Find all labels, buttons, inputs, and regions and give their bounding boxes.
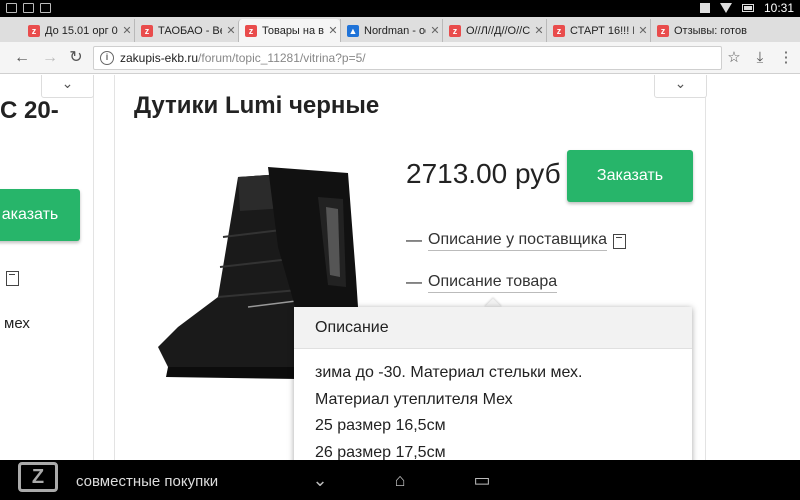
site-favicon-icon: z [657,24,669,37]
tab-active[interactable]: z Товары на вит ✕ [238,19,340,42]
page-content: ⌄ С 20- аказать мех ⌄ Дутики Lumi черные… [0,75,800,460]
bottom-bar: Z совместные покупки ⌄ ⌂ ▭ [0,460,800,500]
tab[interactable]: z Отзывы: готов [650,19,800,42]
clock: 10:31 [763,1,794,15]
close-icon[interactable]: ✕ [120,24,134,37]
info-icon[interactable]: i [100,51,114,65]
close-icon[interactable]: ✕ [326,24,340,37]
address-bar[interactable]: i zakupis-ekb.ru/forum/topic_11281/vitri… [93,46,722,70]
notification-icon [6,3,17,13]
dash: — [406,232,422,249]
popup-line: зима до -30. Материал стельки мех. [315,364,583,381]
site-favicon-icon: z [245,24,257,37]
toolbar: ← → ↻ i zakupis-ekb.ru/forum/topic_11281… [0,42,800,74]
product-title-partial: С 20- [0,97,59,124]
url-host: zakupis-ekb.ru [120,51,199,65]
site-favicon-icon: z [141,24,153,37]
status-right: 10:31 [699,1,794,15]
site-favicon-icon: z [449,24,461,37]
tab[interactable]: ▲ Nordman - офи ✕ [340,19,442,42]
order-button[interactable]: Заказать [567,150,693,202]
tab-label: Nordman - офи [364,24,426,37]
nordman-favicon-icon: ▲ [347,24,359,37]
wifi-icon [719,3,732,13]
book-icon[interactable] [6,271,19,286]
close-icon[interactable]: ✕ [636,24,650,37]
browser-window: 10:31 z До 15.01 орг 0% ✕ z ТАОБАО - Bes… [0,0,800,500]
tab-label: СТАРТ 16!!! НОВ [570,24,634,37]
tab-label: О//Л//Д//О//С. I [466,24,530,37]
reload-icon[interactable]: ↻ [66,48,86,68]
back-icon[interactable]: ⌄ [306,470,334,490]
product-price: 2713.00 руб [406,158,561,189]
status-bar: 10:31 [0,0,800,17]
notification-icon [23,3,34,13]
site-favicon-icon: z [553,24,565,37]
notification-icon [40,3,51,13]
close-icon[interactable]: ✕ [224,24,238,37]
chevron-down-icon[interactable]: ⌄ [41,75,94,98]
site-logo[interactable]: Z [18,462,58,492]
book-icon[interactable] [612,233,626,249]
tab-label: Товары на вит [262,24,324,37]
download-icon[interactable]: ⤓ [750,48,770,68]
popup-line: 25 размер 16,5см [315,417,446,434]
site-caption: совместные покупки [76,473,219,490]
tab-label: До 15.01 орг 0% [45,24,118,37]
tab[interactable]: z До 15.01 орг 0% ✕ [22,19,134,42]
chevron-down-icon[interactable]: ⌄ [654,75,707,98]
battery-icon [741,4,754,12]
home-icon[interactable]: ⌂ [386,470,414,490]
tab[interactable]: z ТАОБАО - Best ✕ [134,19,238,42]
tab-strip: z До 15.01 орг 0% ✕ z ТАОБАО - Best ✕ z … [0,17,800,42]
notification-icons [6,3,51,13]
popup-body: зима до -30. Материал стельки мех. Матер… [294,349,692,460]
tab[interactable]: z СТАРТ 16!!! НОВ ✕ [546,19,650,42]
supplier-description-row: — Описание у поставщика [406,231,626,251]
tab[interactable]: z О//Л//Д//О//С. I ✕ [442,19,546,42]
product-description-link[interactable]: Описание товара [428,273,558,293]
more-vert-icon[interactable]: ⋮ [776,48,796,68]
recents-icon[interactable]: ▭ [468,470,496,490]
popup-title: Описание [294,307,692,349]
description-partial: мех [4,315,30,332]
supplier-description-link[interactable]: Описание у поставщика [428,231,607,251]
popup-line: Материал утеплителя Мех [315,390,513,408]
back-arrow-icon[interactable]: ← [12,48,32,68]
close-icon[interactable]: ✕ [428,24,442,37]
forward-arrow-icon[interactable]: → [40,48,60,68]
popup-line: 26 размер 17,5см [315,443,446,461]
site-favicon-icon: z [28,24,40,37]
url-path: /forum/topic_11281/vitrina?p=5/ [198,51,366,65]
tab-label: ТАОБАО - Best [158,24,222,37]
cast-icon [699,3,710,13]
dash: — [406,274,422,291]
tab-label: Отзывы: готов [674,24,747,37]
star-icon[interactable]: ☆ [724,48,744,68]
product-title: Дутики Lumi черные [134,92,380,119]
description-popup: Описание зима до -30. Материал стельки м… [294,307,692,460]
product-card-left [0,75,94,460]
order-button-left[interactable]: аказать [0,189,80,241]
close-icon[interactable]: ✕ [532,24,546,37]
product-description-row: — Описание товара [406,273,558,293]
